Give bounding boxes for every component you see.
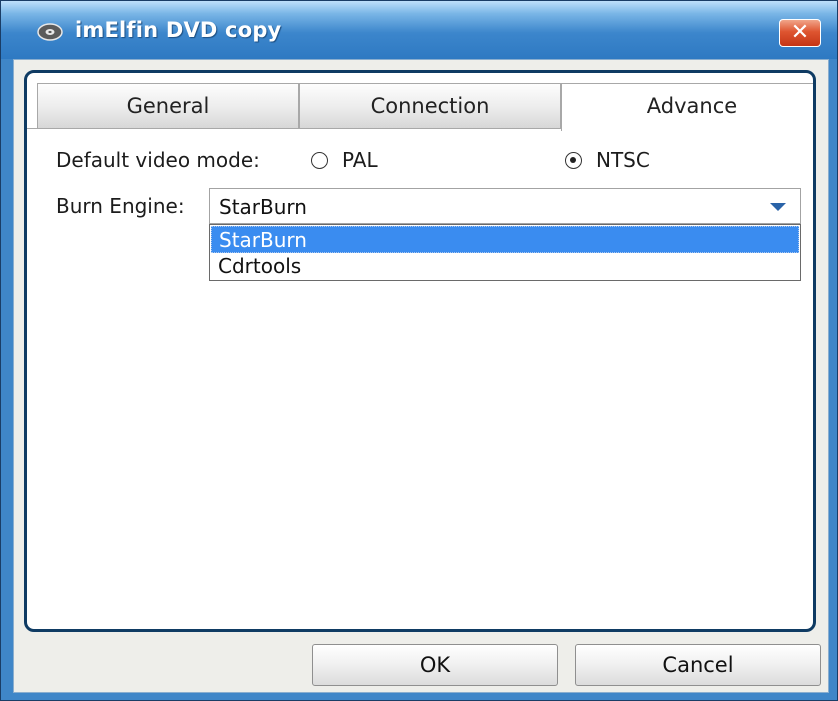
- tab-connection[interactable]: Connection: [299, 83, 561, 129]
- radio-pal[interactable]: [311, 152, 328, 169]
- window-title: imElfin DVD copy: [75, 18, 282, 42]
- dialog-body: General Connection Advance Default video…: [13, 59, 829, 693]
- dvd-disc-icon: [37, 23, 63, 41]
- title-bar[interactable]: imElfin DVD copy ✕: [1, 1, 837, 59]
- app-window: imElfin DVD copy ✕ General Connection Ad…: [0, 0, 838, 701]
- cancel-button[interactable]: Cancel: [575, 644, 821, 686]
- radio-ntsc-label[interactable]: NTSC: [596, 148, 650, 172]
- option-cdrtools[interactable]: Cdrtools: [211, 253, 799, 280]
- burn-engine-select[interactable]: StarBurn: [209, 188, 801, 224]
- radio-ntsc[interactable]: [565, 152, 582, 169]
- burn-engine-dropdown-list: StarBurn Cdrtools: [209, 224, 801, 281]
- dropdown-button[interactable]: [756, 189, 800, 223]
- radio-selected-dot: [570, 157, 576, 163]
- ok-button[interactable]: OK: [312, 644, 558, 686]
- close-icon: ✕: [790, 20, 810, 45]
- tab-general[interactable]: General: [37, 83, 299, 129]
- video-mode-label: Default video mode:: [56, 148, 260, 172]
- option-starburn[interactable]: StarBurn: [211, 226, 799, 253]
- close-button[interactable]: ✕: [779, 19, 821, 47]
- burn-engine-value: StarBurn: [219, 195, 307, 219]
- tab-advance[interactable]: Advance: [561, 83, 813, 131]
- settings-panel: General Connection Advance Default video…: [24, 70, 816, 632]
- radio-pal-label[interactable]: PAL: [342, 148, 378, 172]
- chevron-down-icon: [770, 203, 786, 211]
- burn-engine-label: Burn Engine:: [56, 194, 185, 218]
